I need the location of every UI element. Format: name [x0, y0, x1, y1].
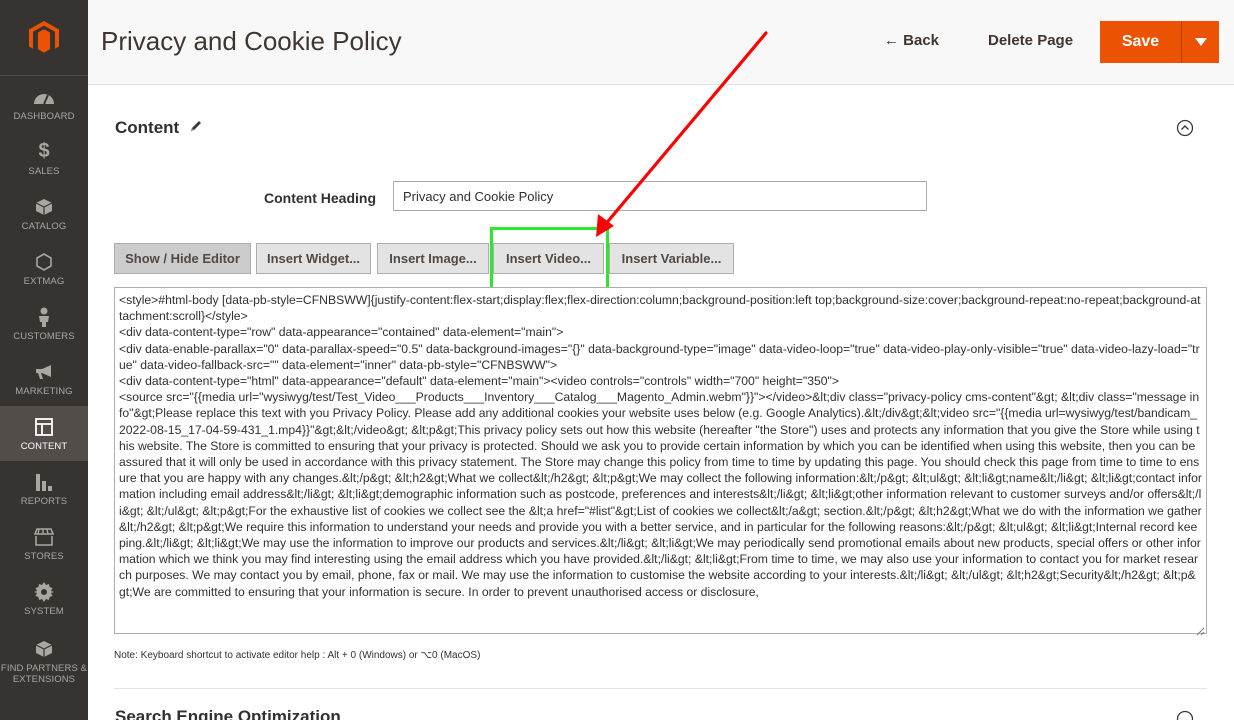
resize-grip-icon[interactable] [1196, 623, 1205, 641]
save-split-button: Save [1100, 21, 1219, 63]
pencil-icon[interactable] [189, 119, 203, 138]
megaphone-icon [34, 361, 54, 383]
collapse-section-icon[interactable] [1176, 119, 1194, 142]
content-heading-input[interactable] [393, 181, 927, 211]
sidebar-item-label: REPORTS [20, 495, 68, 507]
content-heading-label: Content Heading [264, 190, 376, 206]
sidebar-item-dashboard[interactable]: DASHBOARD [0, 76, 88, 131]
dashboard-icon [33, 86, 55, 108]
save-options-toggle[interactable] [1182, 21, 1219, 63]
sidebar-item-label: FIND PARTNERS & EXTENSIONS [0, 662, 88, 685]
sidebar-item-system[interactable]: SYSTEM [0, 571, 88, 626]
editor-shortcut-note: Note: Keyboard shortcut to activate edit… [114, 650, 481, 661]
sidebar-item-catalog[interactable]: CATALOG [0, 186, 88, 241]
sidebar-item-stores[interactable]: STORES [0, 516, 88, 571]
person-icon [37, 306, 51, 328]
show-hide-editor-button[interactable]: Show / Hide Editor [114, 243, 251, 274]
sidebar-item-label: CONTENT [20, 440, 68, 452]
sidebar-item-label: MARKETING [15, 385, 73, 397]
sidebar-item-label: DASHBOARD [13, 110, 75, 122]
sidebar-item-content[interactable]: CONTENT [0, 406, 88, 461]
content-section-title[interactable]: Content [115, 118, 179, 138]
insert-variable-button[interactable]: Insert Variable... [609, 243, 734, 274]
page-header: Privacy and Cookie Policy ← Back Delete … [88, 0, 1234, 85]
sidebar-item-customers[interactable]: CUSTOMERS [0, 296, 88, 351]
sidebar-item-extmag[interactable]: EXTMAG [0, 241, 88, 296]
back-button[interactable]: ← Back [884, 32, 939, 49]
delete-page-button[interactable]: Delete Page [988, 32, 1073, 49]
admin-sidebar: DASHBOARD $ SALES CATALOG EXTMAG CUSTOME… [0, 0, 88, 720]
sidebar-item-sales[interactable]: $ SALES [0, 131, 88, 186]
layout-icon [35, 416, 53, 438]
magento-logo-icon [29, 20, 59, 53]
seo-section-title[interactable]: Search Engine Optimization [115, 707, 341, 720]
magento-logo[interactable] [0, 0, 88, 76]
page-title: Privacy and Cookie Policy [101, 26, 402, 56]
sidebar-item-reports[interactable]: REPORTS [0, 461, 88, 516]
sidebar-item-marketing[interactable]: MARKETING [0, 351, 88, 406]
sidebar-item-label: CUSTOMERS [13, 330, 75, 342]
sidebar-item-label: SALES [28, 165, 60, 177]
section-divider [114, 688, 1207, 689]
insert-widget-button[interactable]: Insert Widget... [256, 243, 371, 274]
insert-image-button[interactable]: Insert Image... [377, 243, 489, 274]
sidebar-item-label: EXTMAG [23, 275, 65, 287]
storefront-icon [34, 526, 54, 548]
gear-icon [34, 581, 54, 603]
save-button[interactable]: Save [1100, 21, 1182, 63]
box-icon [35, 196, 53, 218]
partners-box-icon [35, 638, 53, 660]
bar-chart-icon [35, 471, 53, 493]
caret-down-icon [1194, 38, 1207, 46]
html-editor-textarea[interactable]: <style>#html-body [data-pb-style=CFNBSWW… [114, 287, 1207, 634]
sidebar-item-label: SYSTEM [24, 605, 64, 617]
dollar-icon: $ [38, 140, 50, 162]
sidebar-item-find-partners[interactable]: FIND PARTNERS & EXTENSIONS [0, 626, 88, 696]
sidebar-item-label: STORES [24, 550, 64, 562]
highlight-box [490, 227, 609, 293]
expand-seo-section-icon[interactable] [1176, 710, 1194, 720]
sidebar-item-label: CATALOG [21, 220, 67, 232]
hexagon-icon [36, 251, 52, 273]
